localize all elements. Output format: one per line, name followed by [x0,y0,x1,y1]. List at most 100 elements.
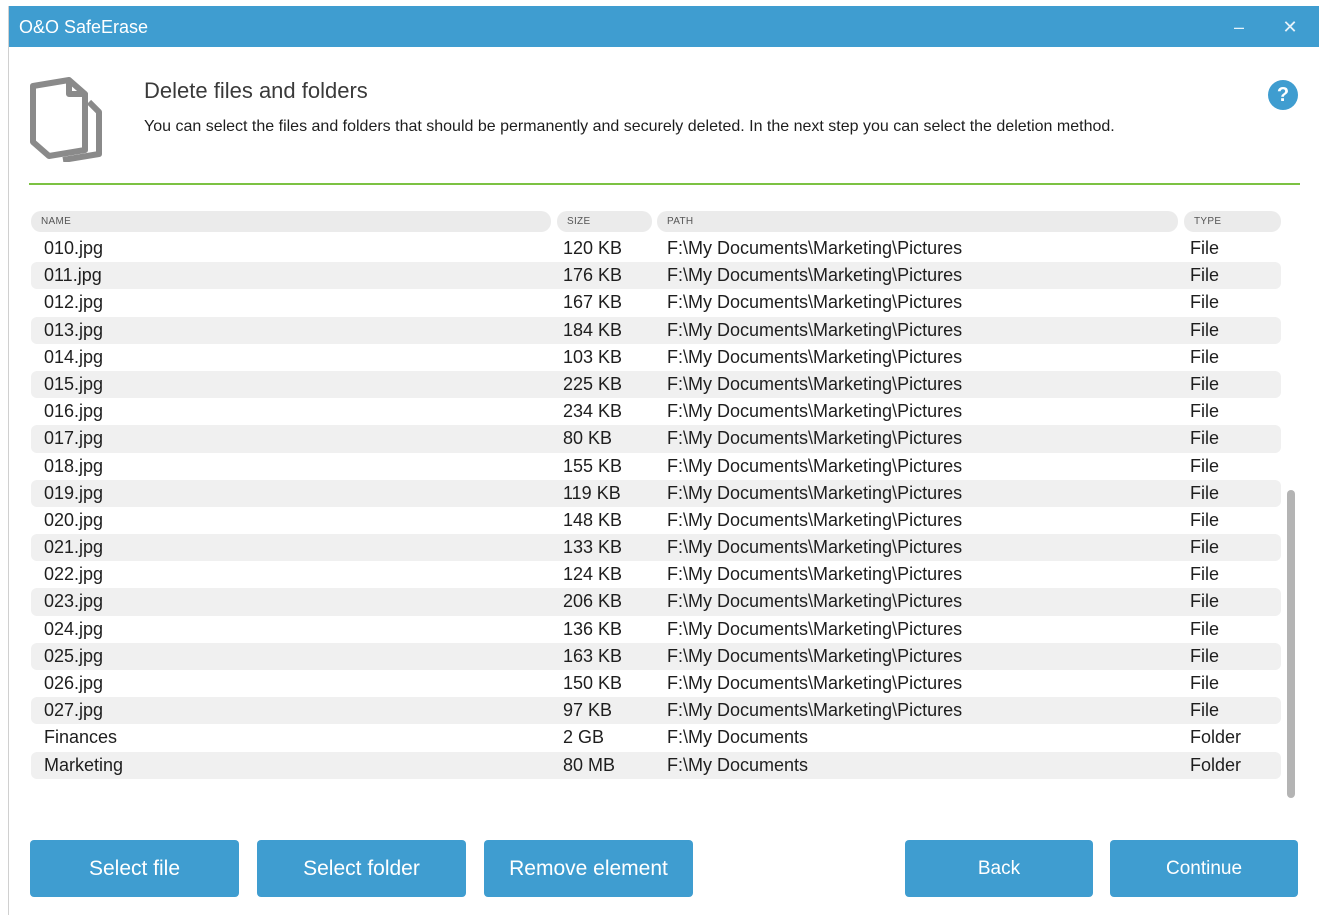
table-row[interactable]: 012.jpg 167 KB F:\My Documents\Marketing\P… [31,289,1281,316]
cell-type: Folder [1190,754,1242,775]
remove-element-button[interactable]: Remove element [484,840,693,897]
cell-path: F:\My Documents\Marketing\Pictures [667,645,963,666]
cell-name: 023.jpg [44,591,104,612]
cell-name: 016.jpg [44,401,104,422]
cell-size: 206 KB [563,591,623,612]
cell-size: 155 KB [563,455,623,476]
cell-path: F:\My Documents\Marketing\Pictures [667,537,963,558]
vertical-scrollbar[interactable] [1287,490,1295,798]
table-row[interactable]: 013.jpg 184 KB F:\My Documents\Marketing\P… [31,316,1281,344]
cell-path: F:\My Documents\Marketing\Pictures [667,482,963,503]
table-row[interactable]: 026.jpg 150 KB F:\My Documents\Marketing\P… [31,670,1281,697]
cell-type: File [1190,645,1220,666]
cell-type: File [1190,428,1220,449]
cell-size: 150 KB [563,673,623,693]
cell-path: F:\My Documents\Marketing\Pictures [667,591,963,612]
title-bar[interactable]: O&O SafeErase – ✕ [9,6,1319,47]
page-description: You can select the files and folders tha… [144,118,1115,135]
table-row[interactable]: 016.jpg 234 KB F:\My Documents\Marketing\P… [31,398,1281,425]
cell-name: 027.jpg [44,700,104,721]
table-row[interactable]: 027.jpg 97 KB F:\My Documents\Marketing\Pi… [31,697,1281,725]
cell-type: File [1190,509,1220,530]
files-icon [30,77,102,162]
table-row[interactable]: 022.jpg 124 KB F:\My Documents\Marketing\P… [31,561,1281,588]
cell-path: F:\My Documents\Marketing\Pictures [667,401,963,422]
cell-path: F:\My Documents\Marketing\Pictures [667,265,963,286]
cell-name: 013.jpg [44,319,104,340]
cell-type: File [1190,265,1220,286]
column-header-type[interactable]: TYPE [1184,211,1281,232]
cell-type: File [1190,455,1220,476]
table-row[interactable]: 019.jpg 119 KB F:\My Documents\Marketing\P… [31,479,1281,507]
cell-size: 97 KB [563,700,613,721]
cell-type: Folder [1190,727,1242,748]
table-row[interactable]: 010.jpg 120 KB F:\My Documents\Marketing\P… [31,235,1281,262]
app-window: O&O SafeErase – ✕ Delete files and folde… [8,6,1319,915]
cell-name: 018.jpg [44,455,104,476]
cell-size: 163 KB [563,645,623,666]
cell-name: 025.jpg [44,645,104,666]
cell-name: 010.jpg [44,238,104,258]
cell-path: F:\My Documents [667,727,809,748]
cell-size: 80 MB [563,754,616,775]
table-row[interactable]: Marketing 80 MB F:\My Documents Folder [31,751,1281,779]
cell-type: File [1190,564,1220,585]
cell-name: 020.jpg [44,509,104,530]
cell-size: 136 KB [563,618,623,639]
cell-name: 019.jpg [44,482,104,503]
select-folder-button[interactable]: Select folder [257,840,466,897]
cell-name: 017.jpg [44,428,104,449]
back-button[interactable]: Back [905,840,1093,897]
table-row[interactable]: 023.jpg 206 KB F:\My Documents\Marketing\P… [31,588,1281,616]
cell-type: File [1190,618,1220,639]
table-row[interactable]: Finances 2 GB F:\My Documents Folder [31,724,1281,751]
cell-path: F:\My Documents\Marketing\Pictures [667,509,963,530]
table-row[interactable]: 011.jpg 176 KB F:\My Documents\Marketing\P… [31,262,1281,290]
table-row[interactable]: 025.jpg 163 KB F:\My Documents\Marketing\P… [31,642,1281,670]
table-row[interactable]: 017.jpg 80 KB F:\My Documents\Marketing\Pi… [31,425,1281,453]
column-header-size[interactable]: SIZE [557,211,652,232]
cell-size: 225 KB [563,373,623,394]
table-row[interactable]: 018.jpg 155 KB F:\My Documents\Marketing\P… [31,453,1281,480]
cell-type: File [1190,537,1220,558]
table-row[interactable]: 020.jpg 148 KB F:\My Documents\Marketing\P… [31,507,1281,534]
cell-size: 103 KB [563,346,623,367]
cell-type: File [1190,482,1220,503]
cell-path: F:\My Documents\Marketing\Pictures [667,700,963,721]
cell-size: 148 KB [563,509,623,530]
cell-name: 014.jpg [44,346,104,367]
cell-type: File [1190,238,1220,258]
cell-name: 024.jpg [44,618,104,639]
minimize-button[interactable]: – [1221,12,1257,42]
cell-type: File [1190,673,1220,693]
cell-name: Marketing [44,754,124,775]
continue-button[interactable]: Continue [1110,840,1298,897]
cell-name: 026.jpg [44,673,104,693]
cell-size: 120 KB [563,238,623,258]
cell-path: F:\My Documents\Marketing\Pictures [667,319,963,340]
cell-type: File [1190,401,1220,422]
close-button[interactable]: ✕ [1272,12,1308,42]
column-header-path[interactable]: PATH [657,211,1178,232]
help-icon[interactable]: ? [1268,80,1298,110]
table-row[interactable]: 024.jpg 136 KB F:\My Documents\Marketing\P… [31,616,1281,643]
cell-path: F:\My Documents\Marketing\Pictures [667,618,963,639]
cell-type: File [1190,346,1220,367]
cell-size: 119 KB [563,482,621,503]
table-row[interactable]: 014.jpg 103 KB F:\My Documents\Marketing\P… [31,344,1281,371]
column-header-name[interactable]: NAME [31,211,551,232]
table-row[interactable]: 015.jpg 225 KB F:\My Documents\Marketing\P… [31,370,1281,399]
cell-size: 80 KB [563,428,613,449]
table-row[interactable]: 021.jpg 133 KB F:\My Documents\Marketing\P… [31,534,1281,562]
cell-size: 184 KB [563,319,623,340]
cell-size: 133 KB [563,537,623,558]
cell-name: 015.jpg [44,373,104,394]
cell-path: F:\My Documents\Marketing\Pictures [667,673,963,693]
cell-name: 012.jpg [44,292,104,313]
cell-type: File [1190,373,1220,394]
cell-path: F:\My Documents\Marketing\Pictures [667,428,963,449]
cell-name: Finances [44,727,118,748]
file-list: 010.jpg 120 KB F:\My Documents\Marketing\P… [31,235,1281,779]
select-file-button[interactable]: Select file [30,840,239,897]
cell-path: F:\My Documents\Marketing\Pictures [667,455,963,476]
